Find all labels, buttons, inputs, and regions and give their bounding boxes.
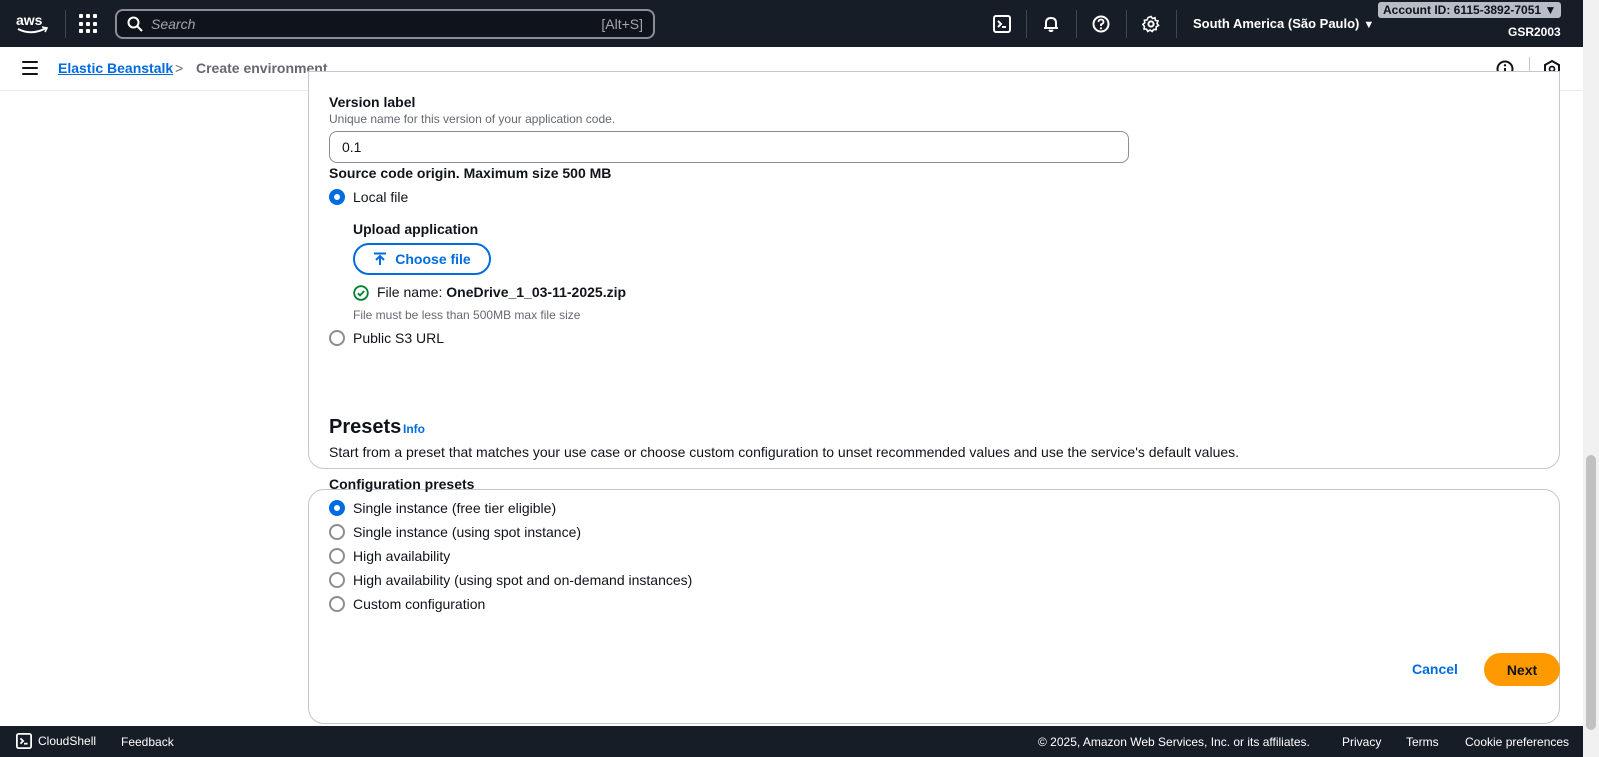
scrollbar-thumb[interactable] [1586, 455, 1596, 730]
success-check-icon [353, 285, 369, 301]
main-content [0, 71, 1583, 726]
next-button[interactable]: Next [1484, 653, 1560, 686]
version-label-input[interactable]: 0.1 [329, 131, 1129, 163]
search-placeholder: Search [151, 16, 196, 32]
nav-divider [1176, 10, 1177, 38]
preset-option-label[interactable]: Custom configuration [353, 596, 485, 612]
search-input[interactable]: Search [Alt+S] [115, 9, 655, 39]
local-file-label[interactable]: Local file [353, 189, 408, 205]
cookie-preferences-link[interactable]: Cookie preferences [1465, 735, 1569, 749]
radio-public-s3-url[interactable] [329, 330, 345, 346]
help-icon[interactable] [1090, 13, 1112, 35]
preset-option-label[interactable]: Single instance (free tier eligible) [353, 500, 556, 516]
caret-down-icon: ▼ [1363, 19, 1375, 31]
aws-logo[interactable]: aws [16, 12, 48, 36]
copyright: © 2025, Amazon Web Services, Inc. or its… [1038, 735, 1310, 749]
region-selector[interactable]: South America (São Paulo) ▼ [1193, 16, 1374, 31]
presets-info-link[interactable]: Info [403, 422, 425, 436]
file-name-row: File name: OneDrive_1_03-11-2025.zip [377, 284, 626, 300]
choose-file-label: Choose file [395, 251, 471, 267]
page-scrollbar[interactable] [1583, 0, 1599, 757]
file-size-hint: File must be less than 500MB max file si… [353, 308, 581, 322]
search-shortcut: [Alt+S] [601, 16, 643, 32]
cancel-button[interactable]: Cancel [1412, 661, 1458, 677]
file-name-prefix: File name: [377, 284, 443, 300]
choose-file-button[interactable]: Choose file [353, 243, 491, 275]
cloudshell-icon[interactable] [991, 13, 1013, 35]
settings-icon[interactable] [1140, 13, 1162, 35]
source-origin-label: Source code origin. Maximum size 500 MB [329, 165, 612, 181]
region-label: South America (São Paulo) [1193, 16, 1360, 31]
nav-divider [1076, 10, 1077, 38]
footer: CloudShell Feedback © 2025, Amazon Web S… [0, 726, 1583, 757]
nav-divider [65, 10, 66, 38]
breadcrumb-elastic-beanstalk[interactable]: Elastic Beanstalk [58, 60, 173, 76]
radio-preset-high-availability-spot[interactable] [329, 572, 345, 588]
nav-divider [1026, 10, 1027, 38]
version-label-description: Unique name for this version of your app… [329, 112, 616, 126]
public-s3-url-label[interactable]: Public S3 URL [353, 330, 444, 346]
preset-option-label[interactable]: Single instance (using spot instance) [353, 524, 581, 540]
feedback-link[interactable]: Feedback [121, 735, 174, 749]
radio-preset-single-free[interactable] [329, 500, 345, 516]
file-name-value: OneDrive_1_03-11-2025.zip [446, 284, 627, 300]
presets-title: Presets [329, 416, 402, 438]
radio-preset-high-availability[interactable] [329, 548, 345, 564]
top-navigation: aws Search [Alt+S] South America (São Pa… [0, 0, 1583, 47]
terms-link[interactable]: Terms [1406, 735, 1439, 749]
configuration-presets-label: Configuration presets [329, 476, 475, 492]
cloudshell-icon [16, 733, 32, 749]
radio-local-file[interactable] [329, 189, 345, 205]
preset-option-label[interactable]: High availability (using spot and on-dem… [353, 572, 692, 588]
apps-grid-icon[interactable] [79, 14, 99, 34]
privacy-link[interactable]: Privacy [1342, 735, 1381, 749]
upload-application-label: Upload application [353, 221, 479, 237]
search-icon [127, 16, 143, 32]
presets-description: Start from a preset that matches your us… [329, 444, 1240, 460]
bell-icon[interactable] [1040, 13, 1062, 35]
version-label-value: 0.1 [342, 139, 362, 155]
user-name[interactable]: GSR2003 [1508, 25, 1561, 39]
svg-text:aws: aws [16, 12, 43, 28]
account-menu[interactable]: Account ID: 6115-3892-7051 ▼ [1378, 2, 1562, 18]
cloudshell-button[interactable]: CloudShell [16, 733, 96, 749]
caret-down-icon: ▼ [1544, 3, 1557, 17]
menu-icon[interactable] [22, 61, 38, 75]
chevron-right-icon: > [175, 60, 184, 76]
nav-divider [1126, 10, 1127, 38]
preset-option-label[interactable]: High availability [353, 548, 450, 564]
radio-preset-custom[interactable] [329, 596, 345, 612]
version-label-heading: Version label [329, 94, 416, 110]
upload-arrow-icon [374, 252, 387, 265]
account-id: Account ID: 6115-3892-7051 [1383, 3, 1542, 17]
cloudshell-label: CloudShell [38, 734, 97, 748]
radio-preset-single-spot[interactable] [329, 524, 345, 540]
